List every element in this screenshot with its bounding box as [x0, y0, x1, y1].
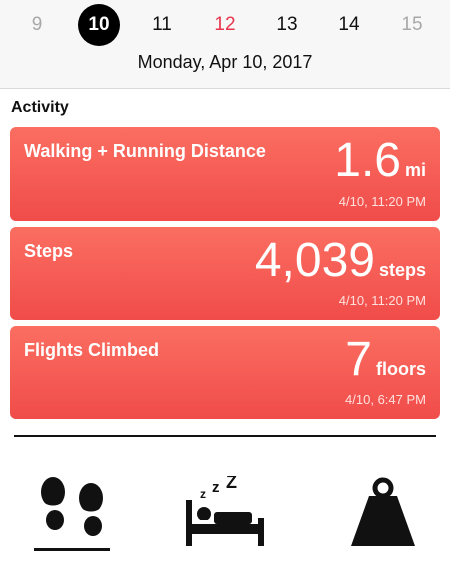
date-strip: 9 10 11 12 13 14 15 Monday, Apr 10, 2017 — [0, 0, 450, 89]
card-value: 7 floors — [345, 334, 426, 386]
svg-text:z: z — [212, 479, 220, 496]
tab-bar: z z Z — [0, 438, 450, 565]
sleep-bed-icon: z z Z — [186, 476, 264, 546]
card-title: Flights Climbed — [24, 340, 159, 360]
card-unit: mi — [404, 160, 426, 180]
tab-sleep[interactable]: z z Z — [180, 476, 270, 556]
card-value: 4,039 steps — [255, 235, 426, 287]
day-9[interactable]: 9 — [16, 4, 58, 46]
day-picker: 9 10 11 12 13 14 15 — [0, 4, 450, 46]
svg-text:Z: Z — [226, 476, 237, 492]
card-number: 4,039 — [254, 234, 375, 287]
card-unit: floors — [375, 359, 426, 379]
svg-text:z: z — [200, 487, 206, 501]
card-title: Walking + Running Distance — [24, 141, 266, 161]
card-value: 1.6 mi — [334, 135, 426, 187]
full-date-label: Monday, Apr 10, 2017 — [137, 52, 313, 72]
tab-steps[interactable] — [28, 476, 118, 556]
card-flights-climbed[interactable]: Flights Climbed 7 floors 4/10, 6:47 PM — [10, 326, 440, 419]
card-title: Steps — [24, 241, 74, 261]
footprints-icon — [41, 477, 103, 536]
day-10-selected[interactable]: 10 — [78, 4, 120, 46]
tab-bar-divider — [14, 435, 436, 437]
day-13[interactable]: 13 — [266, 4, 308, 46]
card-unit: steps — [378, 260, 426, 280]
day-14[interactable]: 14 — [328, 4, 370, 46]
card-number: 7 — [345, 333, 372, 386]
card-timestamp: 4/10, 11:20 PM — [338, 293, 426, 308]
weight-icon — [351, 477, 415, 546]
section-title-activity: Activity — [11, 99, 69, 116]
card-timestamp: 4/10, 6:47 PM — [345, 392, 426, 407]
selected-tab-underline — [34, 548, 110, 551]
day-15[interactable]: 15 — [391, 4, 433, 46]
day-12-today[interactable]: 12 — [204, 4, 246, 46]
card-steps[interactable]: Steps 4,039 steps 4/10, 11:20 PM — [10, 227, 440, 320]
card-number: 1.6 — [334, 134, 401, 187]
day-11[interactable]: 11 — [141, 4, 183, 46]
tab-weight[interactable] — [338, 476, 428, 556]
card-walking-running-distance[interactable]: Walking + Running Distance 1.6 mi 4/10, … — [10, 127, 440, 221]
card-timestamp: 4/10, 11:20 PM — [338, 194, 426, 209]
